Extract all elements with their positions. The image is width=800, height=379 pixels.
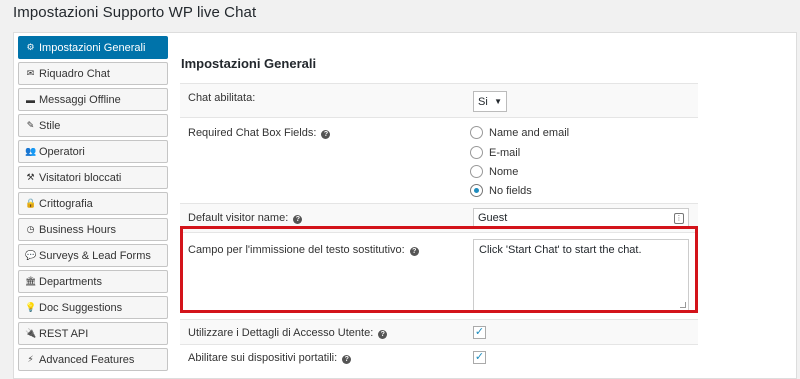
resize-handle[interactable] [680, 302, 686, 308]
tab-operatori[interactable]: 👥 Operatori [18, 140, 168, 163]
row-placeholder-field: Campo per l'immissione del testo sostitu… [180, 232, 698, 319]
lightbulb-icon: 💡 [25, 302, 37, 312]
help-icon[interactable]: ? [409, 247, 419, 256]
row-required-fields: Required Chat Box Fields: ? Name and ema… [180, 117, 698, 203]
default-visitor-label: Default visitor name: ? [188, 212, 303, 224]
row-chat-enabled: Chat abilitata: Si ▼ [180, 83, 698, 117]
chevron-down-icon: ▼ [494, 97, 502, 106]
chat-enabled-select[interactable]: Si ▼ [473, 91, 507, 112]
autofill-icon: ⋮ [674, 213, 684, 224]
help-icon[interactable]: ? [293, 215, 303, 224]
help-icon[interactable]: ? [378, 330, 388, 339]
gavel-icon: ⚒ [26, 172, 35, 182]
radio-name-and-email[interactable]: Name and email [470, 126, 569, 139]
pencil-icon: ✎ [26, 120, 35, 130]
book-icon: ▬ [26, 94, 35, 105]
placeholder-field-label: Campo per l'immissione del testo sostitu… [188, 244, 419, 256]
tab-surveys-lead-forms[interactable]: 💬 Surveys & Lead Forms [18, 244, 168, 267]
envelope-icon: ✉ [26, 68, 35, 78]
tab-visitatori-bloccati[interactable]: ⚒ Visitatori bloccati [18, 166, 168, 189]
tab-business-hours[interactable]: ◷ Business Hours [18, 218, 168, 241]
tab-riquadro-chat[interactable]: ✉ Riquadro Chat [18, 62, 168, 85]
settings-panel: ⚙ Impostazioni Generali ✉ Riquadro Chat ▬ M… [13, 32, 797, 379]
bolt-icon: ⚡ [27, 354, 34, 364]
tab-advanced-features[interactable]: ⚡ Advanced Features [18, 348, 168, 371]
chat-enabled-label: Chat abilitata: [188, 92, 256, 104]
row-user-access: Utilizzare i Dettagli di Accesso Utente:… [180, 319, 698, 344]
clock-icon: ◷ [26, 224, 35, 234]
user-access-checkbox[interactable]: ✓ [473, 326, 486, 339]
radio-no-fields[interactable]: No fields [470, 184, 532, 197]
tab-departments[interactable]: 🏛 Departments [18, 270, 168, 293]
help-icon[interactable]: ? [321, 130, 331, 139]
radio-nome[interactable]: Nome [470, 165, 518, 178]
row-mobile: Abilitare sui dispositivi portatili: ? ✓ [180, 344, 698, 369]
placeholder-textarea[interactable]: Click 'Start Chat' to start the chat. [473, 239, 689, 311]
tab-doc-suggestions[interactable]: 💡 Doc Suggestions [18, 296, 168, 319]
building-icon: 🏛 [25, 276, 37, 286]
tab-stile[interactable]: ✎ Stile [18, 114, 168, 137]
row-default-visitor: Default visitor name: ? Guest ⋮ [180, 203, 698, 232]
users-icon: 👥 [25, 146, 37, 156]
default-visitor-input[interactable]: Guest ⋮ [473, 208, 689, 229]
radio-email[interactable]: E-mail [470, 146, 520, 159]
comment-icon: 💬 [25, 250, 37, 260]
tab-rest-api[interactable]: 🔌 REST API [18, 322, 168, 345]
page-title: Impostazioni Supporto WP live Chat [13, 4, 257, 21]
lock-icon: 🔒 [25, 198, 37, 208]
mobile-checkbox[interactable]: ✓ [473, 351, 486, 364]
tab-impostazioni-generali[interactable]: ⚙ Impostazioni Generali [18, 36, 168, 59]
settings-table: Chat abilitata: Si ▼ Required Chat Box Fi… [180, 83, 698, 369]
section-title: Impostazioni Generali [181, 56, 317, 71]
gear-icon: ⚙ [26, 42, 35, 52]
plug-icon: 🔌 [25, 328, 37, 338]
tab-messaggi-offline[interactable]: ▬ Messaggi Offline [18, 88, 168, 111]
required-fields-label: Required Chat Box Fields: ? [188, 127, 331, 139]
settings-tabs: ⚙ Impostazioni Generali ✉ Riquadro Chat ▬ M… [18, 36, 168, 374]
mobile-label: Abilitare sui dispositivi portatili: ? [188, 352, 352, 364]
settings-content: Impostazioni Generali Chat abilitata: Si… [180, 33, 800, 379]
tab-crittografia[interactable]: 🔒 Crittografia [18, 192, 168, 215]
user-access-label: Utilizzare i Dettagli di Accesso Utente:… [188, 327, 388, 339]
help-icon[interactable]: ? [342, 355, 352, 364]
